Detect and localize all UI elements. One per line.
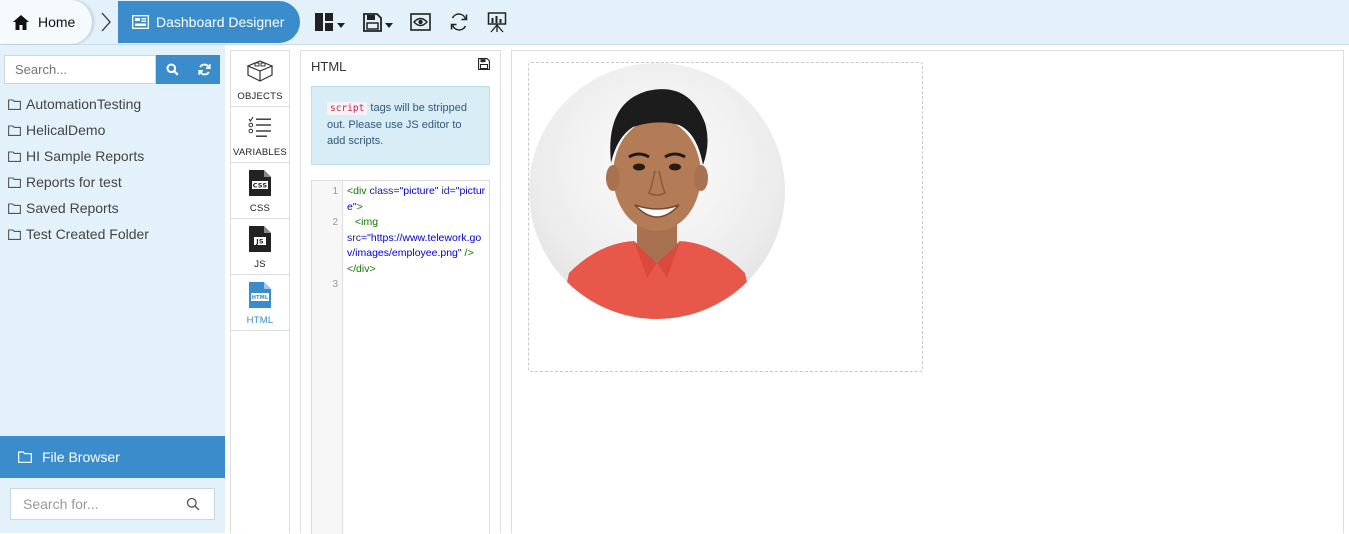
code-token: "https://www.telework.gov/images/employe… xyxy=(347,231,482,260)
code-token: > xyxy=(356,200,363,213)
folder-item[interactable]: Test Created Folder xyxy=(8,221,149,247)
folder-icon xyxy=(8,202,21,214)
line-number: 3 xyxy=(332,279,338,290)
top-bar: Home Dashboard Designer xyxy=(0,0,1349,45)
preview-icon xyxy=(410,13,431,31)
folder-icon xyxy=(8,124,21,136)
variables-icon xyxy=(248,116,271,137)
palette-item-objects[interactable]: OBJECTS xyxy=(231,51,289,107)
folder-icon xyxy=(18,451,32,463)
save-button[interactable] xyxy=(363,9,393,35)
layout-button[interactable] xyxy=(314,9,345,35)
sidebar-search-input[interactable] xyxy=(4,55,156,84)
save-icon xyxy=(363,12,382,32)
chevron-down-icon xyxy=(337,22,345,28)
folder-item[interactable]: AutomationTesting xyxy=(8,91,149,117)
code-token: <div xyxy=(347,185,367,197)
layout-icon xyxy=(315,13,333,31)
code-line: src="https://www.telework.gov/images/emp… xyxy=(347,231,487,262)
code-line: <img xyxy=(347,215,487,231)
code-token: <img xyxy=(355,216,379,229)
chevron-down-icon xyxy=(385,22,393,28)
folder-list: AutomationTesting HelicalDemo HI Sample … xyxy=(8,91,149,247)
dashboard-icon xyxy=(132,15,149,29)
save-icon[interactable] xyxy=(478,58,490,70)
code-token: /> xyxy=(464,247,474,260)
home-icon xyxy=(13,14,29,30)
folder-icon xyxy=(8,150,21,162)
html-editor-panel: HTML script tags will be stripped out. P… xyxy=(300,50,501,534)
folder-label: HelicalDemo xyxy=(26,122,106,138)
breadcrumb-dashboard-label: Dashboard Designer xyxy=(156,14,285,30)
line-number: 2 xyxy=(332,217,338,228)
folder-icon xyxy=(8,98,21,110)
svg-text:CSS: CSS xyxy=(253,182,268,190)
folder-item[interactable]: Reports for test xyxy=(8,169,149,195)
search-for-placeholder: Search for... xyxy=(23,496,99,512)
code-text[interactable]: <div class="picture" id="picture"> <img … xyxy=(347,184,487,278)
search-for-field[interactable]: Search for... xyxy=(10,488,215,520)
folder-label: Saved Reports xyxy=(26,200,119,216)
search-icon xyxy=(166,63,179,76)
refresh-button[interactable] xyxy=(449,9,469,35)
person-illustration xyxy=(559,89,755,319)
present-button[interactable] xyxy=(487,9,507,35)
folder-icon xyxy=(8,228,21,240)
present-icon xyxy=(487,11,507,32)
html-file-icon: HTML xyxy=(249,282,271,308)
code-editor[interactable]: 1 2 3 <div class="picture" id="picture">… xyxy=(311,180,490,534)
palette-item-css[interactable]: CSS CSS xyxy=(231,163,289,219)
file-browser-label: File Browser xyxy=(42,449,120,465)
refresh-files-button[interactable] xyxy=(188,55,220,84)
folder-label: AutomationTesting xyxy=(26,96,142,112)
chevron-right-icon xyxy=(101,12,111,32)
svg-text:HTML: HTML xyxy=(252,295,269,301)
notice-code: script xyxy=(327,102,368,115)
js-file-icon: JS xyxy=(249,226,271,252)
search-button[interactable] xyxy=(156,55,188,84)
component-palette: OBJECTS VARIABLES CSS CSS JS JS HTML HTM… xyxy=(230,50,290,533)
palette-item-js[interactable]: JS JS xyxy=(231,219,289,275)
left-sidebar: AutomationTesting HelicalDemo HI Sample … xyxy=(0,45,225,533)
folder-item[interactable]: HelicalDemo xyxy=(8,117,149,143)
folder-item[interactable]: HI Sample Reports xyxy=(8,143,149,169)
folder-label: Test Created Folder xyxy=(26,226,149,242)
objects-icon xyxy=(246,60,274,82)
code-token: src= xyxy=(347,231,368,244)
line-gutter: 1 2 3 xyxy=(312,181,343,534)
palette-item-html[interactable]: HTML HTML xyxy=(231,275,289,331)
breadcrumb-home[interactable]: Home xyxy=(0,0,92,44)
palette-item-variables[interactable]: VARIABLES xyxy=(231,107,289,163)
file-browser-tab[interactable]: File Browser xyxy=(0,436,225,478)
script-notice: script tags will be stripped out. Please… xyxy=(311,86,490,165)
dashboard-canvas[interactable] xyxy=(511,50,1344,533)
palette-item-label: HTML xyxy=(246,315,274,326)
folder-icon xyxy=(8,176,21,188)
palette-item-label: VARIABLES xyxy=(233,147,287,158)
code-token: id= xyxy=(441,185,456,197)
refresh-icon xyxy=(197,63,211,76)
svg-text:JS: JS xyxy=(255,238,264,246)
editor-title: HTML xyxy=(311,59,347,74)
palette-item-label: OBJECTS xyxy=(237,91,283,102)
search-icon[interactable] xyxy=(186,497,200,511)
css-file-icon: CSS xyxy=(249,170,271,196)
employee-photo xyxy=(529,63,785,319)
refresh-icon xyxy=(450,13,468,31)
code-token: </div> xyxy=(347,262,376,275)
code-line: <div class="picture" id="picture"> xyxy=(347,184,487,215)
code-token: class= xyxy=(369,185,400,197)
breadcrumb-dashboard-designer[interactable]: Dashboard Designer xyxy=(118,1,300,43)
palette-item-label: CSS xyxy=(249,203,271,214)
palette-item-label: JS xyxy=(254,259,266,270)
preview-button[interactable] xyxy=(410,9,431,35)
breadcrumb-home-label: Home xyxy=(38,14,76,30)
folder-label: HI Sample Reports xyxy=(26,148,145,164)
folder-item[interactable]: Saved Reports xyxy=(8,195,149,221)
code-line: </div> xyxy=(347,262,487,278)
code-token: "picture" xyxy=(399,185,439,197)
line-number: 1 xyxy=(332,186,338,197)
folder-label: Reports for test xyxy=(26,174,122,190)
picture-component[interactable] xyxy=(528,62,923,372)
